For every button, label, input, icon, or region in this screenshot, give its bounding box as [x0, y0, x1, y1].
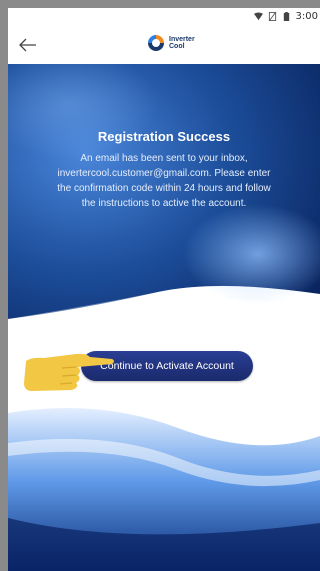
wifi-icon: [253, 12, 263, 21]
brand-logo: Inverter Cool: [146, 33, 195, 53]
logo-mark-icon: [148, 35, 164, 51]
status-bar: 3:00: [8, 8, 320, 26]
logo-text-line2: Cool: [169, 43, 185, 50]
footer-wave: [8, 408, 320, 571]
sim-icon: [268, 12, 276, 21]
app-screen: 3:00 Inverter Cool Registration Success …: [8, 8, 320, 571]
battery-icon: [283, 12, 289, 21]
app-bar: Inverter Cool: [8, 26, 320, 65]
registration-message: An email has been sent to your inbox, in…: [57, 153, 271, 209]
logo-text: Inverter Cool: [169, 36, 195, 50]
logo-text-line1: Inverter: [169, 36, 195, 43]
status-time: 3:00: [295, 11, 318, 22]
registration-title: Registration Success: [97, 129, 231, 144]
arrow-left-icon[interactable]: [18, 35, 38, 55]
